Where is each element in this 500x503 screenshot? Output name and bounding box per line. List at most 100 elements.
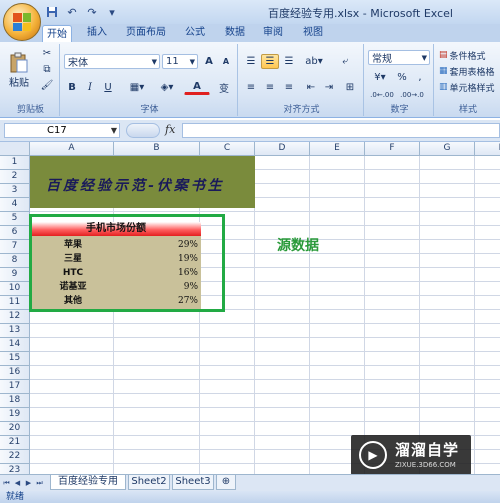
redo-icon[interactable]: ↷ xyxy=(84,4,100,20)
sheet-tab[interactable]: 百度经验专用 xyxy=(50,475,126,490)
row-header[interactable]: 16 xyxy=(0,366,30,380)
cell-styles-button[interactable]: ▥ 单元格样式 xyxy=(438,80,500,94)
format-as-table-button[interactable]: ▦ 套用表格格 xyxy=(438,64,500,78)
row-header[interactable]: 17 xyxy=(0,380,30,394)
tab-review[interactable]: 审阅 xyxy=(258,24,288,42)
row-header[interactable]: 23 xyxy=(0,464,30,474)
align-right-icon[interactable]: ≡ xyxy=(280,80,298,95)
first-sheet-icon[interactable]: ⏮ xyxy=(2,477,11,489)
customize-icon[interactable]: ▾ xyxy=(104,4,120,20)
worksheet-grid[interactable]: ABCDEFGH 1234567891011121314151617181920… xyxy=(0,142,500,474)
grow-font-button[interactable]: A xyxy=(201,54,217,69)
row-header[interactable]: 2 xyxy=(0,170,30,184)
column-header[interactable]: B xyxy=(114,142,200,156)
row-header[interactable]: 3 xyxy=(0,184,30,198)
bold-button[interactable]: B xyxy=(64,80,80,95)
currency-icon[interactable]: ¥▾ xyxy=(368,70,392,85)
decrease-decimal-icon[interactable]: .00→.0 xyxy=(398,88,426,101)
align-middle-icon[interactable]: ☰ xyxy=(261,54,279,69)
conditional-format-button[interactable]: ▤ 条件格式 xyxy=(438,48,500,62)
format-painter-icon[interactable]: 🖌 xyxy=(38,78,56,92)
tab-insert[interactable]: 插入 xyxy=(82,24,112,42)
decrease-indent-icon[interactable]: ⇤ xyxy=(302,80,320,95)
insert-function-icon[interactable]: fx xyxy=(165,123,175,136)
merge-center-icon[interactable]: ⊞ xyxy=(340,80,360,95)
align-left-icon[interactable]: ≡ xyxy=(242,80,260,95)
increase-indent-icon[interactable]: ⇥ xyxy=(320,80,338,95)
prev-sheet-icon[interactable]: ◀ xyxy=(13,477,22,489)
font-name-value: 宋体 xyxy=(68,58,88,69)
phonetic-button[interactable]: 变 xyxy=(212,80,236,95)
column-header[interactable]: F xyxy=(365,142,420,156)
tab-data[interactable]: 数据 xyxy=(220,24,250,42)
row-header[interactable]: 11 xyxy=(0,296,30,310)
row-header[interactable]: 21 xyxy=(0,436,30,450)
align-bottom-icon[interactable]: ☰ xyxy=(280,54,298,69)
row-header[interactable]: 15 xyxy=(0,352,30,366)
font-color-button[interactable]: A xyxy=(184,80,210,95)
formula-bar-handle[interactable] xyxy=(126,123,160,138)
column-header[interactable]: A xyxy=(30,142,114,156)
gridline xyxy=(474,156,475,474)
italic-button[interactable]: I xyxy=(82,80,98,95)
row-header[interactable]: 5 xyxy=(0,212,30,226)
row-header[interactable]: 4 xyxy=(0,198,30,212)
save-icon[interactable] xyxy=(44,4,60,20)
phonetic-label: 变 xyxy=(219,84,229,95)
row-header[interactable]: 10 xyxy=(0,282,30,296)
ribbon-tabs: 开始 插入 页面布局 公式 数据 审阅 视图 xyxy=(0,24,500,42)
underline-button[interactable]: U xyxy=(100,80,116,95)
row-header[interactable]: 14 xyxy=(0,338,30,352)
sheet-tab[interactable]: Sheet3 xyxy=(172,475,214,490)
sheet-tab[interactable]: Sheet2 xyxy=(128,475,170,490)
orientation-icon[interactable]: ab▾ xyxy=(302,54,326,69)
row-header[interactable]: 19 xyxy=(0,408,30,422)
undo-icon[interactable]: ↶ xyxy=(64,4,80,20)
shrink-font-button[interactable]: A xyxy=(218,54,234,69)
banner-cell[interactable]: 百度经验示范-伏案书生 xyxy=(30,156,255,208)
row-header[interactable]: 1 xyxy=(0,156,30,170)
font-name-select[interactable]: 宋体 ▼ xyxy=(64,54,160,69)
align-center-icon[interactable]: ≡ xyxy=(261,80,279,95)
borders-icon[interactable]: ▦▾ xyxy=(124,80,150,95)
gridline xyxy=(30,407,500,408)
font-size-select[interactable]: 11 ▼ xyxy=(162,54,198,69)
table-format-label: 套用表格格 xyxy=(449,67,495,78)
row-header[interactable]: 7 xyxy=(0,240,30,254)
insert-sheet-icon[interactable]: ⊕ xyxy=(216,475,236,490)
cut-icon[interactable]: ✂ xyxy=(38,46,56,60)
watermark: ▶ 溜溜自学 ZIXUE.3D66.COM xyxy=(351,435,471,474)
row-header[interactable]: 13 xyxy=(0,324,30,338)
column-header[interactable]: D xyxy=(255,142,310,156)
number-format-select[interactable]: 常规 ▼ xyxy=(368,50,430,65)
row-header[interactable]: 8 xyxy=(0,254,30,268)
wrap-text-icon[interactable]: ⤶ xyxy=(336,54,354,69)
tab-formulas[interactable]: 公式 xyxy=(180,24,210,42)
name-box[interactable]: C17 ▼ xyxy=(4,123,120,138)
row-header[interactable]: 18 xyxy=(0,394,30,408)
row-header[interactable]: 20 xyxy=(0,422,30,436)
tab-page-layout[interactable]: 页面布局 xyxy=(124,24,168,42)
column-header[interactable]: G xyxy=(420,142,475,156)
row-header[interactable]: 9 xyxy=(0,268,30,282)
column-header[interactable]: E xyxy=(310,142,365,156)
copy-icon[interactable]: ⧉ xyxy=(38,62,56,76)
row-header[interactable]: 12 xyxy=(0,310,30,324)
fill-color-icon[interactable]: ◈▾ xyxy=(154,80,180,95)
comma-button[interactable]: , xyxy=(412,70,428,85)
column-header[interactable]: C xyxy=(200,142,255,156)
percent-button[interactable]: % xyxy=(394,70,410,85)
paste-button[interactable]: 粘贴 xyxy=(6,46,32,94)
align-top-icon[interactable]: ☰ xyxy=(242,54,260,69)
last-sheet-icon[interactable]: ⏭ xyxy=(35,477,44,489)
select-all-corner[interactable] xyxy=(0,142,30,156)
column-header[interactable]: H xyxy=(475,142,500,156)
increase-decimal-icon[interactable]: .0←.00 xyxy=(368,88,396,101)
tab-view[interactable]: 视图 xyxy=(298,24,328,42)
office-button[interactable] xyxy=(3,3,41,41)
row-header[interactable]: 6 xyxy=(0,226,30,240)
row-header[interactable]: 22 xyxy=(0,450,30,464)
next-sheet-icon[interactable]: ▶ xyxy=(24,477,33,489)
tab-home[interactable]: 开始 xyxy=(42,25,72,42)
formula-input[interactable] xyxy=(182,123,500,138)
